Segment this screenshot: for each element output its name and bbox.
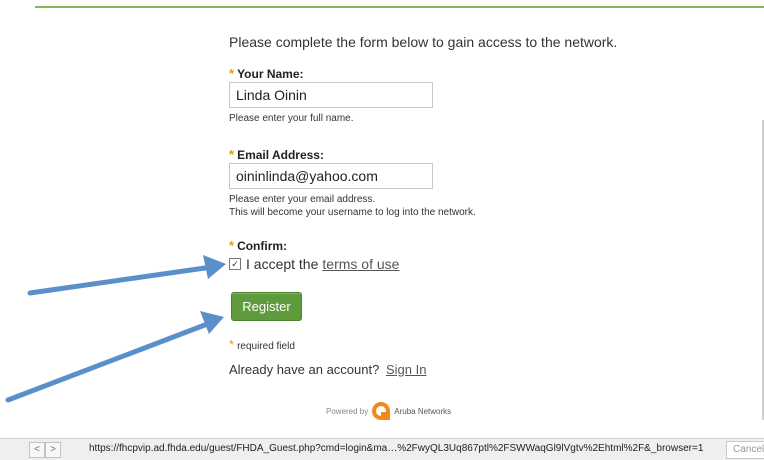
forward-button[interactable]: >: [45, 442, 61, 458]
back-button[interactable]: <: [29, 442, 45, 458]
annotation-arrows: [5, 255, 226, 403]
status-url: https://fhcpvip.ad.fhda.edu/guest/FHDA_G…: [89, 443, 704, 454]
status-bar: < > https://fhcpvip.ad.fhda.edu/guest/FH…: [0, 438, 764, 460]
cancel-button[interactable]: Cancel: [726, 441, 764, 459]
arrow-to-register: [5, 311, 224, 403]
arrow-to-checkbox: [27, 255, 226, 296]
